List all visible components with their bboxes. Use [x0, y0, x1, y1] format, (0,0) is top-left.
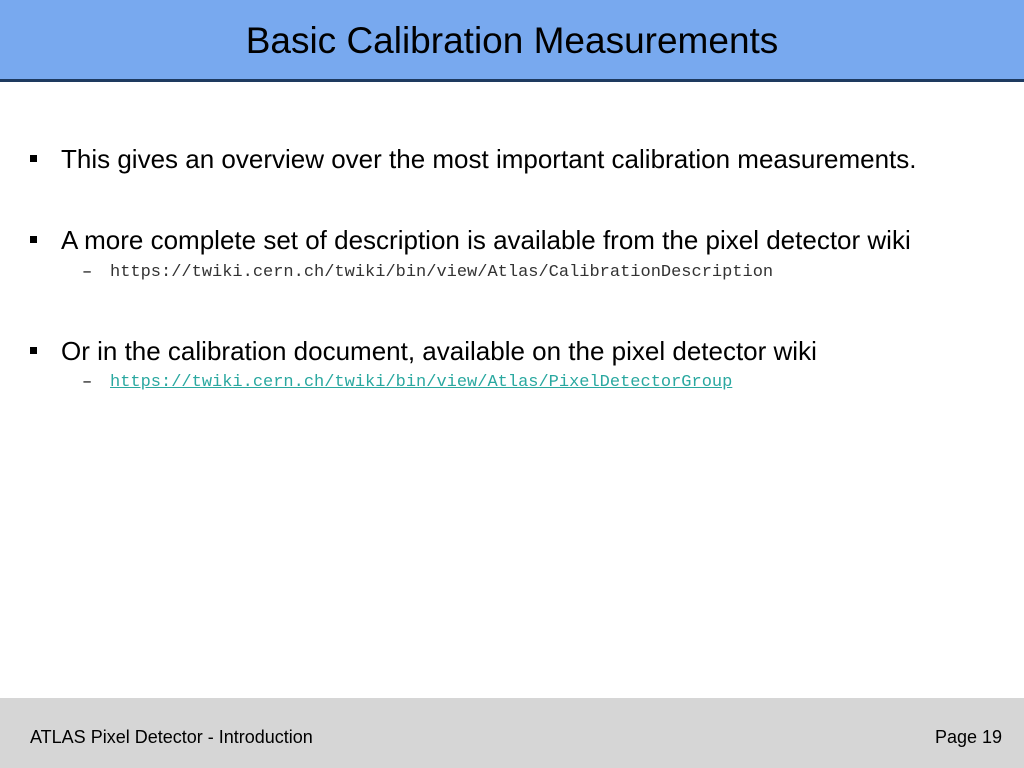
bullet-text: Or in the calibration document, availabl…	[61, 336, 817, 366]
square-bullet-icon	[30, 236, 37, 243]
page-number: Page 19	[934, 727, 1002, 747]
calibration-description-url: https://twiki.cern.ch/twiki/bin/view/Atl…	[110, 263, 774, 282]
footer: ATLAS Pixel Detector - Introduction Page…	[0, 698, 1024, 768]
footer-presentation-title: ATLAS Pixel Detector - Introduction	[30, 727, 313, 747]
square-bullet-icon	[30, 155, 37, 162]
bullet-text: A more complete set of description is av…	[61, 225, 911, 255]
pixel-detector-group-link[interactable]: https://twiki.cern.ch/twiki/bin/view/Atl…	[110, 372, 732, 394]
square-bullet-icon	[30, 347, 37, 354]
slide-content: This gives an overview over the most imp…	[0, 0, 1024, 700]
dash-bullet-icon: –	[82, 373, 93, 392]
bullet-text: This gives an overview over the most imp…	[61, 144, 917, 174]
dash-bullet-icon: –	[82, 263, 93, 282]
